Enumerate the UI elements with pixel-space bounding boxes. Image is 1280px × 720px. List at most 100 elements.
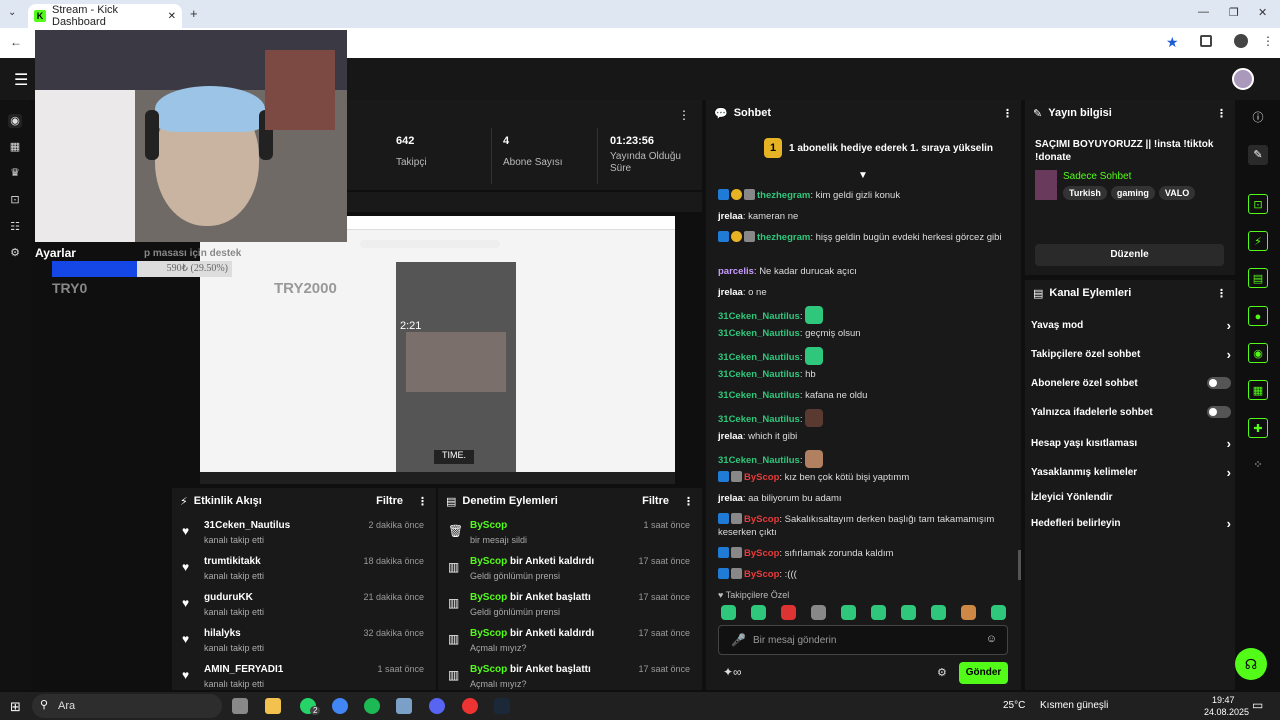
chrome-icon[interactable]	[332, 698, 348, 714]
activity-menu-icon[interactable]: ⋮	[417, 495, 428, 508]
stream-preview[interactable]: TRY2000 2:21 TIME.	[200, 216, 675, 484]
hamburger-menu-icon[interactable]: ☰	[14, 70, 28, 90]
stats-menu-icon[interactable]: ⋮	[678, 108, 690, 122]
activity-item[interactable]: ♥ hilalyks kanalı takip etti 32 dakika ö…	[172, 624, 434, 660]
chat-message[interactable]: jrelaa: aa biliyorum bu adamı	[718, 492, 1008, 505]
chat-message[interactable]: 31Ceken_Nautilus:	[718, 306, 1008, 324]
clip-icon[interactable]: ⊡	[1248, 194, 1268, 214]
window-close-icon[interactable]: ✕	[1258, 6, 1267, 19]
browser-tab[interactable]: K Stream - Kick Dashboard ✕	[28, 4, 182, 28]
chat-nav-icon[interactable]: ●	[1248, 306, 1268, 326]
more-apps-icon[interactable]: ⁘	[1248, 455, 1268, 475]
steam-icon[interactable]	[494, 698, 510, 714]
chat-message[interactable]: jrelaa: o ne	[718, 286, 1008, 299]
activity-item[interactable]: ♥ 31Ceken_Nautilus kanalı takip etti 2 d…	[172, 516, 434, 552]
channel-action-row[interactable]: Hedefleri belirleyin ›	[1031, 516, 1231, 531]
community-nav-icon[interactable]: ☷	[8, 220, 22, 234]
channel-actions-menu-icon[interactable]: ⋮	[1216, 287, 1227, 300]
tab-list-icon[interactable]: ⌄	[8, 7, 16, 18]
microphone-icon[interactable]: 🎤	[731, 633, 746, 647]
chat-message[interactable]: thezhegram: hişş geldin bugün evdeki her…	[718, 231, 1008, 244]
emote-icon[interactable]	[751, 605, 766, 620]
moderation-item[interactable]: ▥ ByScop bir Anketi kaldırdı Açmalı mıyı…	[438, 624, 700, 660]
app-icon[interactable]	[396, 698, 412, 714]
taskbar-search[interactable]: ⚲ Ara	[32, 694, 222, 718]
clock-date[interactable]: 24.08.2025	[1204, 707, 1249, 717]
moderation-item[interactable]: ▥ ByScop bir Anket başlattı Açmalı mıyız…	[438, 660, 700, 690]
toggle-switch[interactable]	[1207, 377, 1231, 389]
collapse-icon[interactable]: ▼	[858, 170, 868, 181]
emoji-icon[interactable]: ☺	[986, 633, 997, 645]
settings-label[interactable]: Ayarlar	[35, 246, 76, 260]
user-avatar[interactable]	[1232, 68, 1254, 90]
bookmark-star-icon[interactable]: ★	[1166, 34, 1179, 51]
activity-item[interactable]: ♥ trumtikitakk kanalı takip etti 18 daki…	[172, 552, 434, 588]
stream-info-menu-icon[interactable]: ⋮	[1216, 107, 1227, 120]
back-icon[interactable]: ←	[10, 35, 22, 49]
toggle-switch[interactable]	[1207, 406, 1231, 418]
moderation-item[interactable]: ▥ ByScop bir Anket başlattı Geldi gönlüm…	[438, 588, 700, 624]
discord-icon[interactable]	[429, 698, 445, 714]
send-button[interactable]: Gönder	[959, 662, 1008, 684]
close-tab-icon[interactable]: ✕	[168, 11, 176, 22]
chat-message[interactable]: 31Ceken_Nautilus: kafana ne oldu	[718, 389, 1008, 402]
channel-action-row[interactable]: Yalnızca ifadelerle sohbet	[1031, 406, 1231, 418]
activity-item[interactable]: ♥ AMIN_FERYADI1 kanalı takip etti 1 saat…	[172, 660, 434, 690]
edit-button[interactable]: Düzenle	[1035, 244, 1224, 266]
maximize-icon[interactable]: ❐	[1229, 6, 1239, 19]
emote-icon[interactable]	[991, 605, 1006, 620]
moderation-menu-icon[interactable]: ⋮	[683, 495, 694, 508]
browser-menu-icon[interactable]: ⋮	[1262, 34, 1274, 48]
notifications-icon[interactable]: ▭	[1252, 698, 1263, 712]
chat-message[interactable]: ByScop: kız ben çok kötü bişi yaptımm	[718, 471, 1008, 484]
category-name[interactable]: Sadece Sohbet	[1063, 171, 1131, 182]
chat-message[interactable]: 31Ceken_Nautilus:	[718, 450, 1008, 468]
chat-message[interactable]: jrelaa: which it gibi	[718, 430, 1008, 443]
extensions-icon[interactable]	[1200, 35, 1212, 47]
chat-message[interactable]: thezhegram: kim geldi gizli konuk	[718, 189, 1008, 202]
windows-start-icon[interactable]: ⊞	[10, 699, 21, 715]
settings-gear-icon[interactable]: ⚙	[8, 246, 22, 260]
chat-message[interactable]: 31Ceken_Nautilus: geçmiş olsun	[718, 327, 1008, 340]
task-view-icon[interactable]	[232, 698, 248, 714]
channel-action-row[interactable]: İzleyici Yönlendir	[1031, 492, 1231, 503]
info-icon[interactable]: ⓘ	[1248, 108, 1268, 128]
emote-icon[interactable]	[721, 605, 736, 620]
moderation-filter-button[interactable]: Filtre	[642, 495, 669, 507]
minimize-icon[interactable]: —	[1198, 6, 1209, 18]
chat-message[interactable]: 31Ceken_Nautilus:	[718, 347, 1008, 365]
chat-message[interactable]: ByScop: Sakalıkısaltayım derken başlığı …	[718, 513, 1008, 539]
channel-action-row[interactable]: Takipçilere özel sohbet ›	[1031, 347, 1231, 362]
support-headset-icon[interactable]: ☊	[1235, 648, 1267, 680]
file-explorer-icon[interactable]	[265, 698, 281, 714]
tag-chip[interactable]: Turkish	[1063, 186, 1107, 200]
moderation-item[interactable]: ▥ ByScop bir Anketi kaldırdı Geldi gönlü…	[438, 552, 700, 588]
pinned-message[interactable]: 1 abonelik hediye ederek 1. sıraya yükse…	[789, 143, 993, 154]
weather-text[interactable]: Kısmen güneşli	[1040, 700, 1108, 711]
emote-icon[interactable]	[871, 605, 886, 620]
emote-icon[interactable]	[931, 605, 946, 620]
activity-filter-button[interactable]: Filtre	[376, 495, 403, 507]
chat-scrollbar[interactable]	[1018, 550, 1021, 580]
emote-icon[interactable]	[841, 605, 856, 620]
chat-message[interactable]: ByScop: :(((	[718, 568, 1008, 581]
stream-nav-icon[interactable]: ◉	[8, 114, 22, 128]
weather-temp[interactable]: 25°C	[1003, 700, 1025, 711]
spotify-icon[interactable]	[364, 698, 380, 714]
lightning-nav-icon[interactable]: ⚡	[1248, 231, 1268, 251]
chat-message[interactable]: parcelis: Ne kadar durucak açıcı	[718, 265, 1008, 278]
kick-points-icon[interactable]: ✦∞	[723, 665, 742, 679]
emote-icon[interactable]	[961, 605, 976, 620]
broadcast-icon[interactable]: ◉	[1248, 343, 1268, 363]
channel-action-row[interactable]: Hesap yaşı kısıtlaması ›	[1031, 436, 1231, 451]
chat-input[interactable]: 🎤 Bir mesaj gönderin ☺	[718, 625, 1008, 655]
channel-action-row[interactable]: Abonelere özel sohbet	[1031, 377, 1231, 389]
new-tab-icon[interactable]: +	[190, 6, 198, 21]
wrench-icon[interactable]: ✚	[1248, 418, 1268, 438]
chat-message[interactable]: 31Ceken_Nautilus: hb	[718, 368, 1008, 381]
clock-time[interactable]: 19:47	[1212, 695, 1235, 705]
obs-icon[interactable]	[462, 698, 478, 714]
chat-message[interactable]: 31Ceken_Nautilus:	[718, 409, 1008, 427]
channel-action-row[interactable]: Yasaklanmış kelimeler ›	[1031, 465, 1231, 480]
emote-icon[interactable]	[811, 605, 826, 620]
